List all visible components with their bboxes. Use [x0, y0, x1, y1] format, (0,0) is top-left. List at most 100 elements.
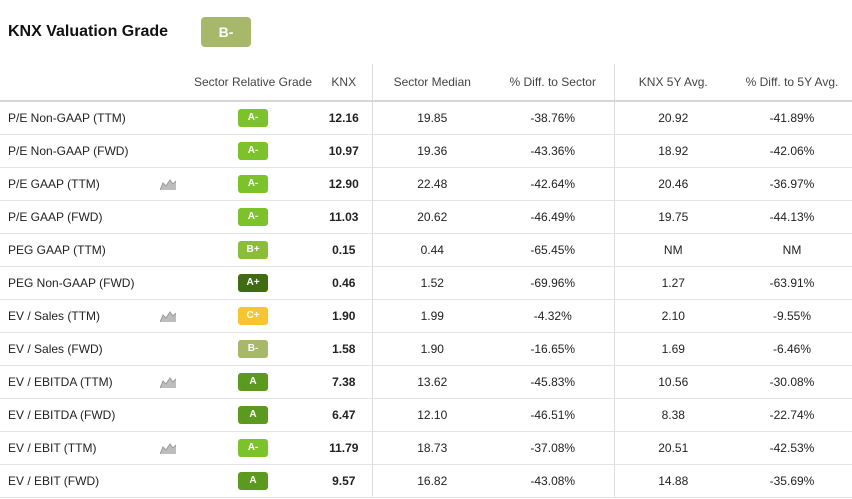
grade-badge: B+: [238, 241, 268, 259]
metric-label[interactable]: EV / EBIT (TTM): [8, 441, 96, 455]
column-header-sector-median[interactable]: Sector Median: [372, 64, 492, 102]
knx-5y-avg-value: 8.38: [614, 398, 732, 432]
mini-chart-icon[interactable]: [159, 310, 177, 323]
metric-label[interactable]: P/E Non-GAAP (FWD): [8, 144, 128, 158]
table-row: EV / Sales (FWD) B- 1.58 1.90 -16.65% 1.…: [0, 332, 852, 366]
sector-median-value: 1.90: [372, 332, 492, 366]
diff-5y-value: -9.55%: [732, 299, 852, 333]
metric-cell[interactable]: P/E GAAP (TTM): [0, 167, 190, 201]
metric-cell[interactable]: EV / Sales (FWD): [0, 332, 190, 366]
grade-badge: A-: [238, 109, 268, 127]
diff-sector-value: -45.83%: [492, 365, 615, 399]
column-header-grade[interactable]: Sector Relative Grade: [190, 64, 316, 102]
table-row: P/E Non-GAAP (FWD) A- 10.97 19.36 -43.36…: [0, 134, 852, 168]
page-title: KNX Valuation Grade: [8, 23, 169, 40]
grade-badge: B-: [238, 340, 268, 358]
grade-cell: B+: [190, 233, 316, 267]
diff-5y-value: -44.13%: [732, 200, 852, 234]
sector-median-value: 1.52: [372, 266, 492, 300]
metric-label[interactable]: PEG GAAP (TTM): [8, 243, 106, 257]
knx-5y-avg-value: NM: [614, 233, 732, 267]
mini-chart-icon[interactable]: [159, 442, 177, 455]
sector-median-value: 22.48: [372, 167, 492, 201]
knx-5y-avg-value: 19.75: [614, 200, 732, 234]
grade-cell: A-: [190, 431, 316, 465]
metric-label[interactable]: P/E GAAP (TTM): [8, 177, 100, 191]
knx-value: 1.90: [316, 299, 373, 333]
knx-value: 0.46: [316, 266, 373, 300]
grade-cell: A: [190, 464, 316, 498]
table-row: PEG Non-GAAP (FWD) A+ 0.46 1.52 -69.96% …: [0, 266, 852, 300]
column-header-diff-5y[interactable]: % Diff. to 5Y Avg.: [732, 64, 852, 102]
diff-sector-value: -46.51%: [492, 398, 615, 432]
metric-cell[interactable]: EV / Sales (TTM): [0, 299, 190, 333]
metric-label[interactable]: EV / EBITDA (FWD): [8, 408, 115, 422]
table-row: EV / EBITDA (TTM) A 7.38 13.62 -45.83% 1…: [0, 365, 852, 399]
grade-badge: A+: [238, 274, 268, 292]
sector-median-value: 12.10: [372, 398, 492, 432]
diff-5y-value: NM: [732, 233, 852, 267]
metric-label[interactable]: EV / Sales (TTM): [8, 309, 100, 323]
metric-label[interactable]: EV / EBITDA (TTM): [8, 375, 113, 389]
diff-sector-value: -38.76%: [492, 101, 615, 135]
knx-value: 1.58: [316, 332, 373, 366]
table-row: P/E GAAP (FWD) A- 11.03 20.62 -46.49% 19…: [0, 200, 852, 234]
table-row: P/E Non-GAAP (TTM) A- 12.16 19.85 -38.76…: [0, 101, 852, 135]
metric-cell[interactable]: P/E GAAP (FWD): [0, 200, 190, 234]
diff-sector-value: -43.08%: [492, 464, 615, 498]
metric-label[interactable]: PEG Non-GAAP (FWD): [8, 276, 134, 290]
diff-sector-value: -65.45%: [492, 233, 615, 267]
diff-5y-value: -30.08%: [732, 365, 852, 399]
diff-sector-value: -69.96%: [492, 266, 615, 300]
table-header-row: Sector Relative Grade KNX Sector Median …: [0, 64, 852, 102]
grade-badge: A-: [238, 208, 268, 226]
metric-cell[interactable]: EV / EBITDA (TTM): [0, 365, 190, 399]
sector-median-value: 19.36: [372, 134, 492, 168]
diff-5y-value: -6.46%: [732, 332, 852, 366]
sector-median-value: 13.62: [372, 365, 492, 399]
metric-cell[interactable]: PEG GAAP (TTM): [0, 233, 190, 267]
metric-cell[interactable]: PEG Non-GAAP (FWD): [0, 266, 190, 300]
grade-badge: A: [238, 373, 268, 391]
metric-cell[interactable]: P/E Non-GAAP (FWD): [0, 134, 190, 168]
sector-median-value: 19.85: [372, 101, 492, 135]
diff-sector-value: -37.08%: [492, 431, 615, 465]
mini-chart-icon[interactable]: [159, 376, 177, 389]
metric-label[interactable]: EV / EBIT (FWD): [8, 474, 99, 488]
diff-sector-value: -43.36%: [492, 134, 615, 168]
metric-label[interactable]: P/E GAAP (FWD): [8, 210, 102, 224]
metric-label[interactable]: EV / Sales (FWD): [8, 342, 103, 356]
overall-grade-badge: B-: [201, 17, 251, 47]
diff-5y-value: -63.91%: [732, 266, 852, 300]
knx-5y-avg-value: 14.88: [614, 464, 732, 498]
column-header-knx[interactable]: KNX: [316, 64, 373, 102]
knx-5y-avg-value: 20.51: [614, 431, 732, 465]
table-row: EV / EBIT (FWD) A 9.57 16.82 -43.08% 14.…: [0, 464, 852, 498]
table-row: P/E GAAP (TTM) A- 12.90 22.48 -42.64% 20…: [0, 167, 852, 201]
knx-5y-avg-value: 20.46: [614, 167, 732, 201]
knx-5y-avg-value: 10.56: [614, 365, 732, 399]
grade-cell: A: [190, 365, 316, 399]
metric-cell[interactable]: EV / EBIT (TTM): [0, 431, 190, 465]
metric-cell[interactable]: EV / EBIT (FWD): [0, 464, 190, 498]
knx-value: 9.57: [316, 464, 373, 498]
grade-cell: A: [190, 398, 316, 432]
column-header-diff-sector[interactable]: % Diff. to Sector: [492, 64, 615, 102]
diff-5y-value: -36.97%: [732, 167, 852, 201]
grade-cell: B-: [190, 332, 316, 366]
knx-5y-avg-value: 1.69: [614, 332, 732, 366]
metric-cell[interactable]: P/E Non-GAAP (TTM): [0, 101, 190, 135]
table-row: EV / EBIT (TTM) A- 11.79 18.73 -37.08% 2…: [0, 431, 852, 465]
grade-cell: A-: [190, 101, 316, 135]
knx-value: 7.38: [316, 365, 373, 399]
grade-cell: C+: [190, 299, 316, 333]
sector-median-value: 18.73: [372, 431, 492, 465]
column-header-knx-5y-avg[interactable]: KNX 5Y Avg.: [614, 64, 732, 102]
diff-5y-value: -42.06%: [732, 134, 852, 168]
mini-chart-icon[interactable]: [159, 178, 177, 191]
sector-median-value: 16.82: [372, 464, 492, 498]
table-row: PEG GAAP (TTM) B+ 0.15 0.44 -65.45% NM N…: [0, 233, 852, 267]
metric-label[interactable]: P/E Non-GAAP (TTM): [8, 111, 126, 125]
knx-value: 0.15: [316, 233, 373, 267]
metric-cell[interactable]: EV / EBITDA (FWD): [0, 398, 190, 432]
